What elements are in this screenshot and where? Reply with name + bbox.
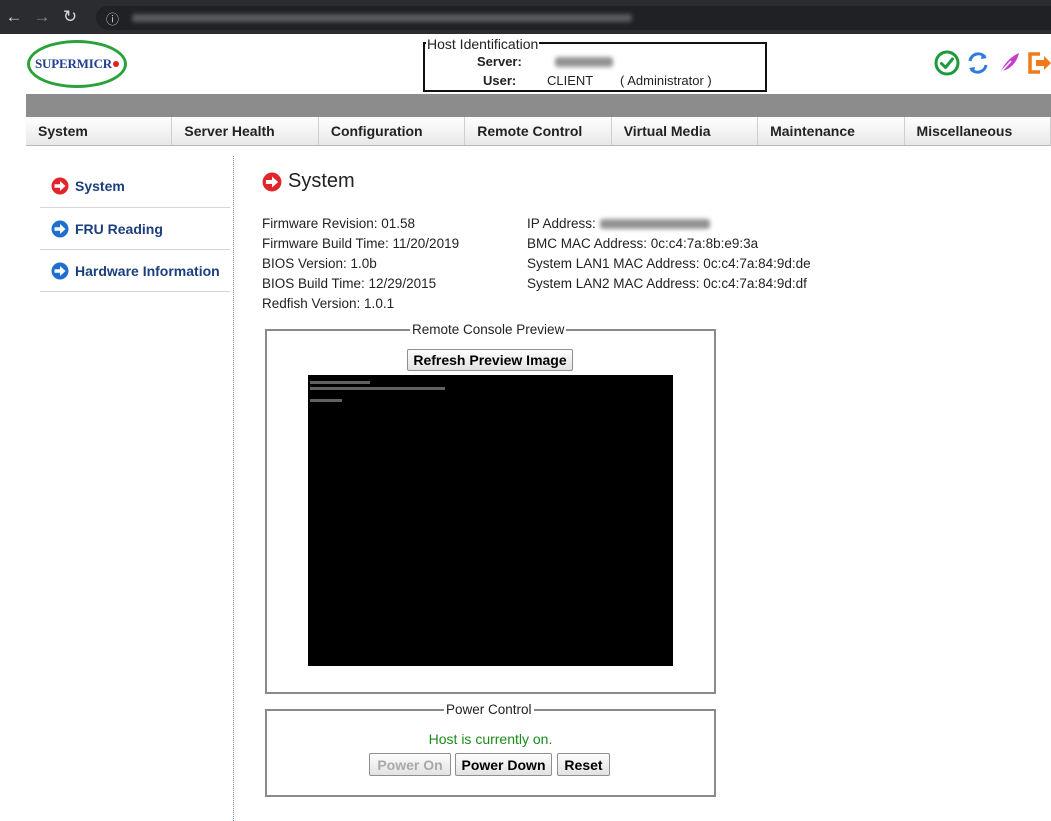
page-title-text: System xyxy=(288,170,355,192)
power-control-legend: Power Control xyxy=(446,702,532,717)
terminal-line xyxy=(310,399,342,402)
supermicro-logo: SUPERMICR xyxy=(27,40,127,88)
ip-address-row: IP Address: xyxy=(527,214,811,234)
console-preview-image[interactable] xyxy=(308,375,673,666)
blue-arrow-icon xyxy=(51,220,69,237)
terminal-line xyxy=(310,381,370,384)
user-role: ( Administrator ) xyxy=(620,73,712,88)
sidebar-item-fru-reading[interactable]: FRU Reading xyxy=(40,208,230,250)
menu-server-health[interactable]: Server Health xyxy=(172,117,319,145)
redacted-url xyxy=(132,14,632,22)
refresh-preview-button[interactable]: Refresh Preview Image xyxy=(407,349,573,371)
lan1-mac-address: System LAN1 MAC Address: 0c:c4:7a:84:9d:… xyxy=(527,256,811,271)
user-label: User: xyxy=(483,73,517,88)
menu-maintenance[interactable]: Maintenance xyxy=(758,117,905,145)
firmware-revision: Firmware Revision: 01.58 xyxy=(262,216,416,231)
reset-button[interactable]: Reset xyxy=(557,753,610,776)
remote-console-legend: Remote Console Preview xyxy=(412,322,565,337)
back-icon[interactable]: ← xyxy=(0,7,28,27)
red-arrow-icon xyxy=(51,177,69,195)
sidebar-item-label: FRU Reading xyxy=(75,220,163,237)
redfish-version: Redfish Version: 1.0.1 xyxy=(262,296,395,311)
menu-system[interactable]: System xyxy=(26,117,173,145)
sidebar-item-system[interactable]: System xyxy=(40,165,230,208)
logo-dot xyxy=(112,61,119,67)
menu-remote-control[interactable]: Remote Control xyxy=(465,117,612,145)
ip-address-label: IP Address: xyxy=(527,216,596,231)
bios-build-time: BIOS Build Time: 12/29/2015 xyxy=(262,276,437,291)
menu-virtual-media[interactable]: Virtual Media xyxy=(612,117,759,145)
lan2-mac-address: System LAN2 MAC Address: 0c:c4:7a:84:9d:… xyxy=(527,276,807,291)
user-value: CLIENT xyxy=(547,73,594,88)
main-menu: System Server Health Configuration Remot… xyxy=(26,117,1051,146)
host-identification-legend: Host Identification xyxy=(426,36,540,52)
sidebar-item-label: System xyxy=(75,178,125,194)
menu-miscellaneous[interactable]: Miscellaneous xyxy=(905,117,1051,145)
page-title: System xyxy=(262,170,355,193)
host-identification-box: Host Identification Server: User: CLIENT… xyxy=(423,36,767,92)
red-arrow-icon xyxy=(262,172,282,191)
sidebar-item-label: Hardware Information xyxy=(75,262,220,279)
redacted-server xyxy=(555,57,613,67)
firmware-build-time: Firmware Build Time: 11/20/2019 xyxy=(262,236,460,251)
sidebar-divider xyxy=(233,156,234,821)
info-icon[interactable]: ⓘ xyxy=(106,9,119,28)
power-on-button[interactable]: Power On xyxy=(369,753,451,776)
browser-toolbar: ← → ↻ ⓘ xyxy=(0,0,1051,34)
blue-arrow-icon xyxy=(51,262,69,279)
reload-icon[interactable]: ↻ xyxy=(56,7,84,27)
network-info: IP Address: BMC MAC Address: 0c:c4:7a:8b… xyxy=(527,214,811,294)
power-down-button[interactable]: Power Down xyxy=(455,753,552,776)
menu-band xyxy=(26,94,1051,117)
refresh-icon[interactable] xyxy=(965,50,991,76)
host-status: Host is currently on. xyxy=(428,731,553,747)
bmc-mac-address: BMC MAC Address: 0c:c4:7a:8b:e9:3a xyxy=(527,236,759,251)
logout-icon[interactable] xyxy=(1026,50,1051,76)
logo-text: SUPERMICR xyxy=(35,56,112,71)
bios-version: BIOS Version: 1.0b xyxy=(262,256,377,271)
forward-icon[interactable]: → xyxy=(28,7,56,27)
redacted-ip xyxy=(599,219,710,230)
address-bar[interactable]: ⓘ xyxy=(96,6,1051,30)
check-circle-icon[interactable] xyxy=(934,50,960,76)
menu-configuration[interactable]: Configuration xyxy=(319,117,466,145)
feather-icon[interactable] xyxy=(996,50,1022,76)
terminal-line xyxy=(310,387,445,390)
sidebar-item-hardware-information[interactable]: Hardware Information xyxy=(40,250,230,292)
server-label: Server: xyxy=(477,54,522,69)
firmware-info: Firmware Revision: 01.58 Firmware Build … xyxy=(262,214,459,314)
sidebar: System FRU Reading Hardware Information xyxy=(40,165,230,292)
power-control: Power Control xyxy=(265,702,716,797)
